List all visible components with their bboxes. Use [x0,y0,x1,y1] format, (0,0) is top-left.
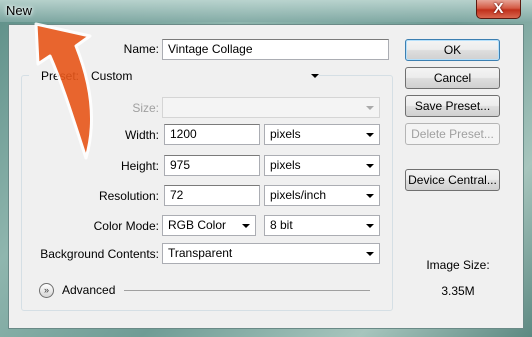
close-button[interactable]: X [476,0,521,19]
advanced-divider [124,290,370,291]
color-mode-label: Color Mode: [93,219,159,233]
cancel-button[interactable]: Cancel [405,67,500,89]
advanced-label[interactable]: Advanced [62,283,115,297]
window-title: New [6,3,33,18]
width-unit-dropdown[interactable]: pixels [264,124,380,145]
save-preset-button[interactable]: Save Preset... [405,95,500,117]
preset-dropdown-arrow-icon[interactable] [311,74,319,78]
preset-value[interactable]: Custom [91,69,132,83]
size-label: Size: [132,101,159,115]
delete-preset-button: Delete Preset... [405,123,500,145]
resolution-label: Resolution: [98,189,159,203]
width-unit-value: pixels [270,127,301,141]
bit-depth-dropdown[interactable]: 8 bit [264,215,380,236]
color-mode-value: RGB Color [168,218,227,232]
bg-contents-label: Background Contents: [40,247,159,261]
width-unit-arrow-icon [366,133,374,137]
image-size-label: Image Size: [426,258,490,272]
name-field[interactable]: Vintage Collage [162,39,389,60]
size-dropdown [162,97,380,118]
ok-button[interactable]: OK [405,39,500,61]
resolution-unit-value: pixels/inch [270,188,327,202]
device-central-button[interactable]: Device Central... [405,169,500,191]
bit-depth-value: 8 bit [270,218,293,232]
width-label: Width: [124,128,159,142]
bg-contents-arrow-icon [366,252,374,256]
bit-depth-arrow-icon [366,224,374,228]
title-bar: New [0,0,532,22]
height-field[interactable]: 975 [164,155,260,176]
height-unit-value: pixels [270,158,301,172]
height-label: Height: [120,159,159,173]
height-unit-arrow-icon [366,164,374,168]
name-label: Name: [123,42,159,56]
height-unit-dropdown[interactable]: pixels [264,155,380,176]
resolution-unit-arrow-icon [366,194,374,198]
dialog-body: Name: Vintage Collage Preset: Custom Siz… [8,24,524,329]
color-mode-dropdown[interactable]: RGB Color [162,215,256,236]
width-field[interactable]: 1200 [164,124,260,145]
resolution-field[interactable]: 72 [164,185,260,206]
color-mode-arrow-icon [242,224,250,228]
bg-contents-dropdown[interactable]: Transparent [162,243,380,264]
size-dropdown-arrow-icon [366,106,374,110]
advanced-expand-icon[interactable]: » [39,283,54,298]
bg-contents-value: Transparent [168,246,233,260]
preset-legend: Preset: Custom [29,67,319,85]
preset-label: Preset: [41,69,80,83]
image-size-value: 3.35M [441,284,475,298]
resolution-unit-dropdown[interactable]: pixels/inch [264,185,380,206]
